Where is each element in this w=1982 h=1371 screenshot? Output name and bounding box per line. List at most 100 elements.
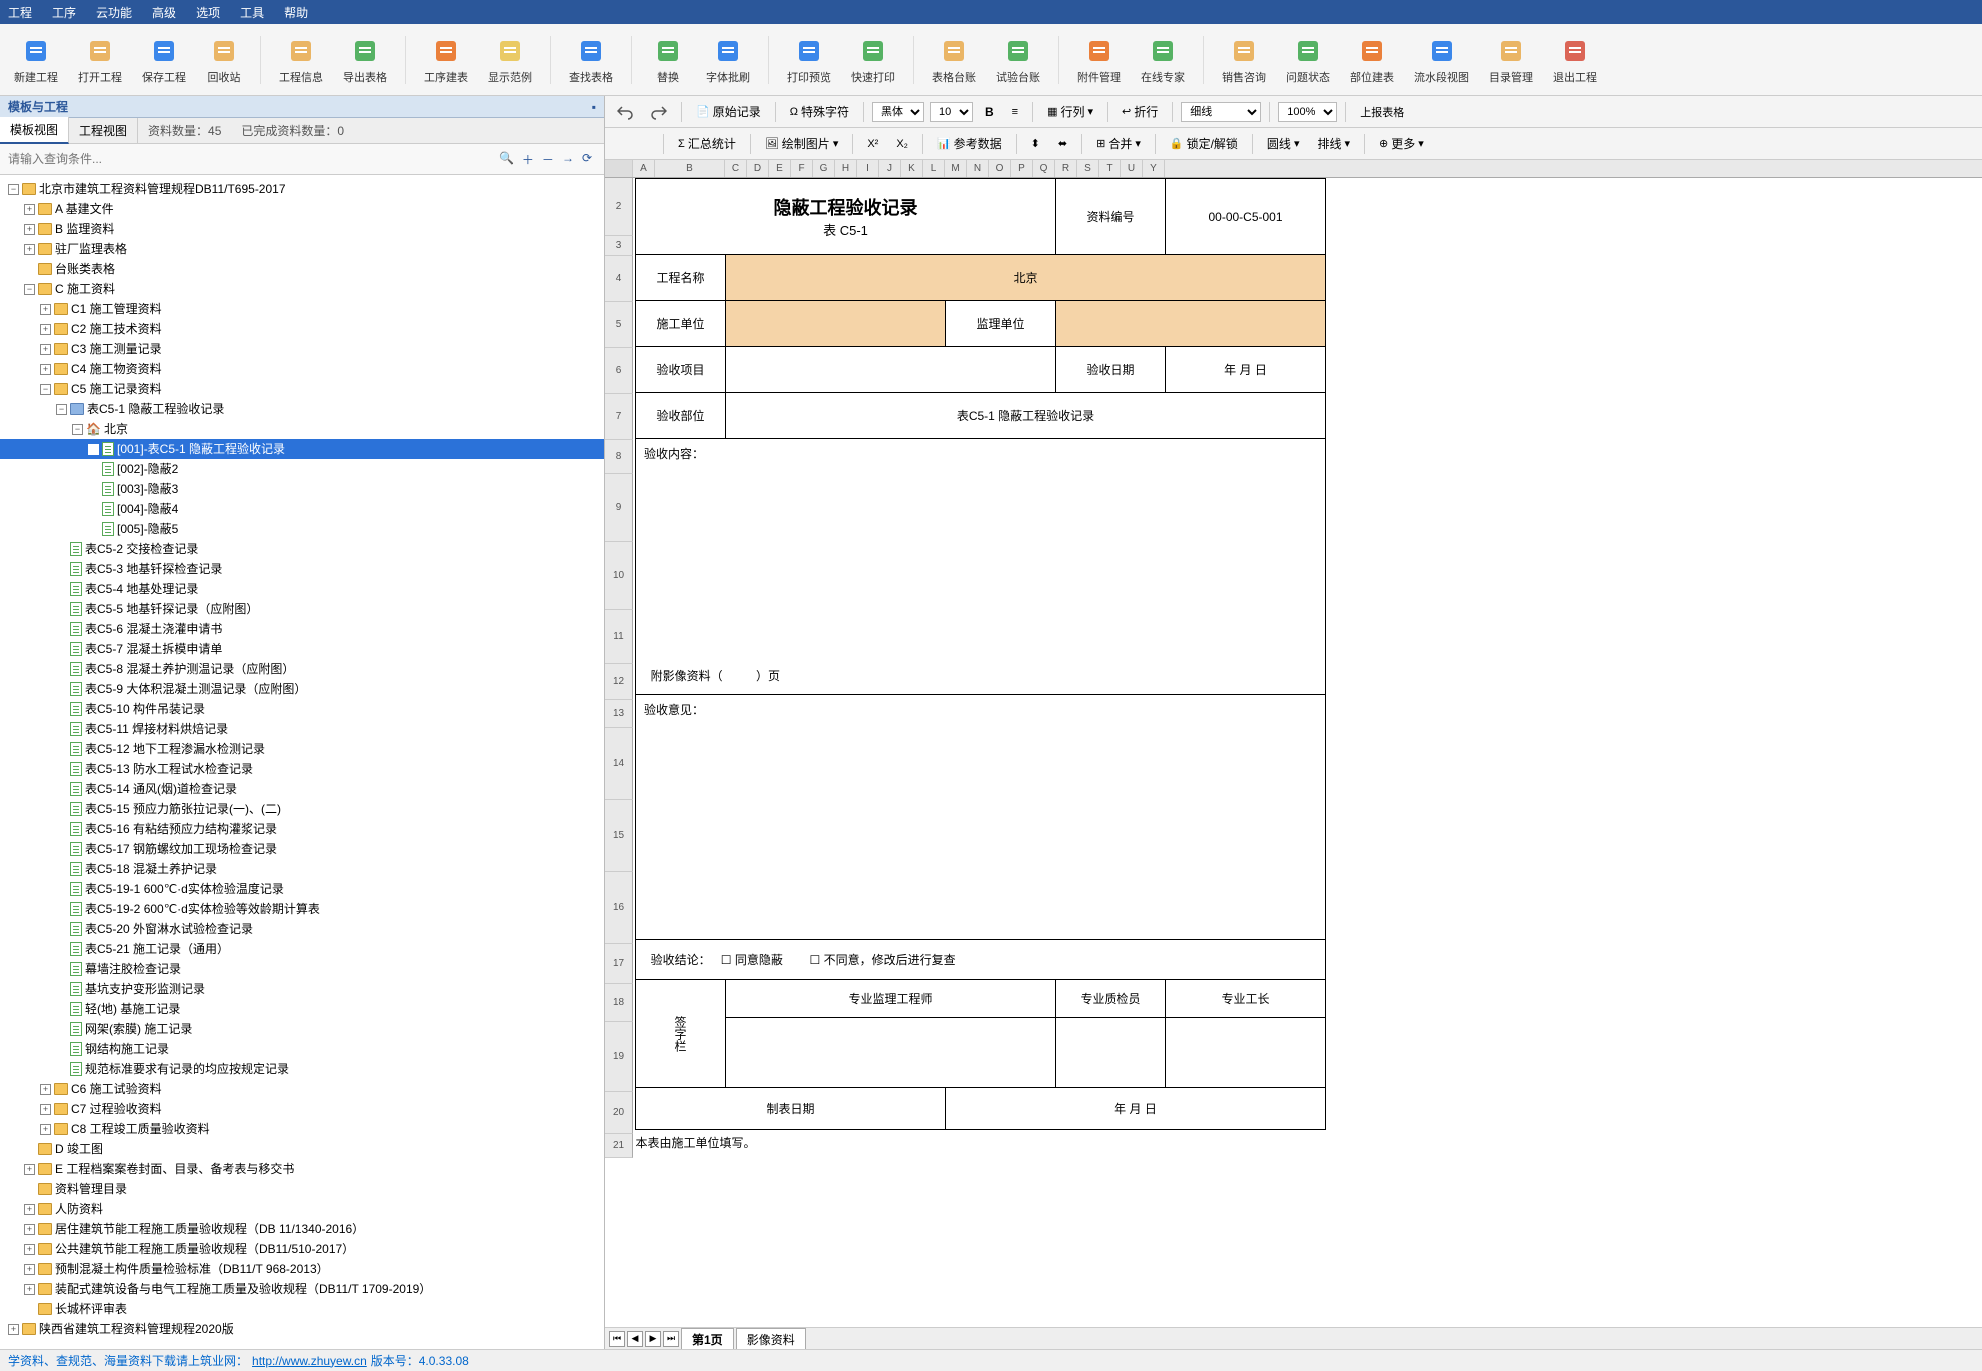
border-select[interactable]: 细线 — [1181, 102, 1261, 122]
ribbon-字体批刷[interactable]: 字体批刷 — [700, 31, 756, 89]
halign-button[interactable]: ⬌ — [1052, 134, 1073, 153]
signer-2-value[interactable] — [1056, 1018, 1166, 1088]
signer-3-value[interactable] — [1166, 1018, 1326, 1088]
check-date-value[interactable]: 年 月 日 — [1166, 347, 1326, 393]
tree-node[interactable]: 表C5-5 地基钎探记录（应附图） — [0, 599, 604, 619]
tree-node[interactable]: 规范标准要求有记录的均应按规定记录 — [0, 1059, 604, 1079]
content-area[interactable] — [636, 468, 1326, 658]
tree-expand-icon[interactable]: + — [40, 344, 51, 355]
menu-item[interactable]: 工具 — [240, 4, 264, 21]
tree-node[interactable]: 表C5-7 混凝土拆模申请单 — [0, 639, 604, 659]
tree-node[interactable]: +C8 工程竣工质量验收资料 — [0, 1119, 604, 1139]
tree-node[interactable]: +人防资料 — [0, 1199, 604, 1219]
tree-expand-icon[interactable]: + — [24, 204, 35, 215]
tree-node[interactable]: 表C5-9 大体积混凝土测温记录（应附图） — [0, 679, 604, 699]
tree-expand-icon[interactable]: + — [40, 1124, 51, 1135]
ribbon-显示范例[interactable]: 显示范例 — [482, 31, 538, 89]
tree-node[interactable]: 表C5-10 构件吊装记录 — [0, 699, 604, 719]
ribbon-表格台账[interactable]: 表格台账 — [926, 31, 982, 89]
tree-node[interactable]: +公共建筑节能工程施工质量验收规程（DB11/510-2017） — [0, 1239, 604, 1259]
tree-node[interactable]: 表C5-16 有粘结预应力结构灌浆记录 — [0, 819, 604, 839]
tree-search-input[interactable] — [4, 148, 493, 170]
superscript-button[interactable]: X² — [861, 135, 884, 153]
tree-node[interactable]: 钢结构施工记录 — [0, 1039, 604, 1059]
tree-expand-icon[interactable]: + — [40, 1084, 51, 1095]
prev-sheet-button[interactable]: ◀ — [627, 1331, 643, 1347]
tree-expand-icon[interactable]: + — [40, 364, 51, 375]
tree-node[interactable]: 表C5-11 焊接材料烘焙记录 — [0, 719, 604, 739]
tree-expand-icon[interactable]: + — [40, 304, 51, 315]
tree-node[interactable]: 表C5-8 混凝土养护测温记录（应附图） — [0, 659, 604, 679]
tree-root[interactable]: +陕西省建筑工程资料管理规程2020版 — [0, 1319, 604, 1339]
tree-node[interactable]: +装配式建筑设备与电气工程施工质量及验收规程（DB11/T 1709-2019） — [0, 1279, 604, 1299]
ribbon-打开工程[interactable]: 打开工程 — [72, 31, 128, 89]
tree-node[interactable]: +B 监理资料 — [0, 219, 604, 239]
tree-node[interactable]: 表C5-13 防水工程试水检查记录 — [0, 759, 604, 779]
ribbon-销售咨询[interactable]: 销售咨询 — [1216, 31, 1272, 89]
ribbon-部位建表[interactable]: 部位建表 — [1344, 31, 1400, 89]
tree-node[interactable]: +C2 施工技术资料 — [0, 319, 604, 339]
tree-node[interactable]: 表C5-14 通风(烟)道检查记录 — [0, 779, 604, 799]
align-button[interactable]: ≡ — [1006, 103, 1024, 121]
tree-collapse-icon[interactable]: − — [40, 384, 51, 395]
form-table[interactable]: 隐蔽工程验收记录 表 C5-1 资料编号 00-00-C5-001 工程名称 北… — [635, 178, 1326, 1155]
checkbox-agree[interactable]: ☐ — [721, 953, 732, 967]
tree-node[interactable]: 表C5-3 地基钎探检查记录 — [0, 559, 604, 579]
tree-node[interactable]: 表C5-19-2 600℃·d实体检验等效龄期计算表 — [0, 899, 604, 919]
supervise-unit-value[interactable] — [1056, 301, 1326, 347]
tree-node[interactable]: 长城杯评审表 — [0, 1299, 604, 1319]
wrap-button[interactable]: ↩ 折行 — [1116, 100, 1164, 123]
doc-number-value[interactable]: 00-00-C5-001 — [1166, 179, 1326, 255]
tree-node[interactable]: +C6 施工试验资料 — [0, 1079, 604, 1099]
tree-node[interactable]: −表C5-1 隐蔽工程验收记录 — [0, 399, 604, 419]
tree-collapse-icon[interactable]: − — [56, 404, 67, 415]
tree-node[interactable]: D 竣工图 — [0, 1139, 604, 1159]
tree-node[interactable]: 轻(地) 基施工记录 — [0, 999, 604, 1019]
sheet-tab-page1[interactable]: 第1页 — [681, 1328, 734, 1350]
sort-line-button[interactable]: 排线 ▾ — [1311, 132, 1356, 155]
refresh-icon[interactable]: ⟳ — [582, 151, 592, 168]
check-item-value[interactable] — [726, 347, 1056, 393]
tree-expand-icon[interactable]: + — [24, 1204, 35, 1215]
checkbox-disagree[interactable]: ☐ — [810, 953, 821, 967]
tree-expand-icon[interactable]: + — [24, 1264, 35, 1275]
menu-item[interactable]: 工程 — [8, 4, 32, 21]
font-select[interactable]: 黑体 — [872, 102, 924, 122]
ribbon-问题状态[interactable]: 问题状态 — [1280, 31, 1336, 89]
tree-node[interactable]: [004]-隐蔽4 — [0, 499, 604, 519]
next-icon[interactable]: → — [562, 151, 574, 168]
summary-button[interactable]: Σ 汇总统计 — [672, 132, 742, 155]
valign-button[interactable]: ⬍ — [1025, 134, 1046, 153]
tree-node[interactable]: +E 工程档案案卷封面、目录、备考表与移交书 — [0, 1159, 604, 1179]
tree-expand-icon[interactable]: + — [40, 324, 51, 335]
circle-line-button[interactable]: 圆线 ▾ — [1261, 132, 1306, 155]
sheet-tab-images[interactable]: 影像资料 — [736, 1328, 806, 1350]
menu-item[interactable]: 帮助 — [284, 4, 308, 21]
ribbon-流水段视图[interactable]: 流水段视图 — [1408, 31, 1475, 89]
tab-project-view[interactable]: 工程视图 — [69, 118, 138, 143]
raw-record-button[interactable]: 📄 原始记录 — [690, 100, 767, 123]
ribbon-新建工程[interactable]: 新建工程 — [8, 31, 64, 89]
tree-node[interactable]: 基坑支护变形监测记录 — [0, 979, 604, 999]
redo-button[interactable] — [645, 101, 673, 123]
tree-expand-icon[interactable]: + — [8, 1324, 19, 1335]
more-button[interactable]: ⊕ 更多 ▾ — [1373, 132, 1430, 155]
tree-node[interactable]: +C4 施工物资资料 — [0, 359, 604, 379]
tree-node[interactable]: 表C5-18 混凝土养护记录 — [0, 859, 604, 879]
tree-node[interactable]: 表C5-20 外窗淋水试验检查记录 — [0, 919, 604, 939]
tree-node[interactable]: 表C5-21 施工记录（通用） — [0, 939, 604, 959]
tree-node[interactable]: +C7 过程验收资料 — [0, 1099, 604, 1119]
tree-node[interactable]: [005]-隐蔽5 — [0, 519, 604, 539]
tree-node[interactable]: [003]-隐蔽3 — [0, 479, 604, 499]
ribbon-打印预览[interactable]: 打印预览 — [781, 31, 837, 89]
sheet-body[interactable]: 2 3 4 5 6 7 8 9 10 11 12 13 14 15 16 17 — [605, 178, 1982, 1327]
ribbon-导出表格[interactable]: 导出表格 — [337, 31, 393, 89]
tree-collapse-icon[interactable]: − — [72, 424, 83, 435]
tree-node[interactable]: +驻厂监理表格 — [0, 239, 604, 259]
ribbon-目录管理[interactable]: 目录管理 — [1483, 31, 1539, 89]
special-char-button[interactable]: Ω 特殊字符 — [784, 100, 855, 123]
lock-button[interactable]: 🔒 锁定/解锁 — [1164, 132, 1244, 155]
bold-button[interactable]: B — [979, 102, 1000, 122]
ribbon-回收站[interactable]: 回收站 — [200, 31, 248, 89]
tree-expand-icon[interactable]: + — [40, 1104, 51, 1115]
